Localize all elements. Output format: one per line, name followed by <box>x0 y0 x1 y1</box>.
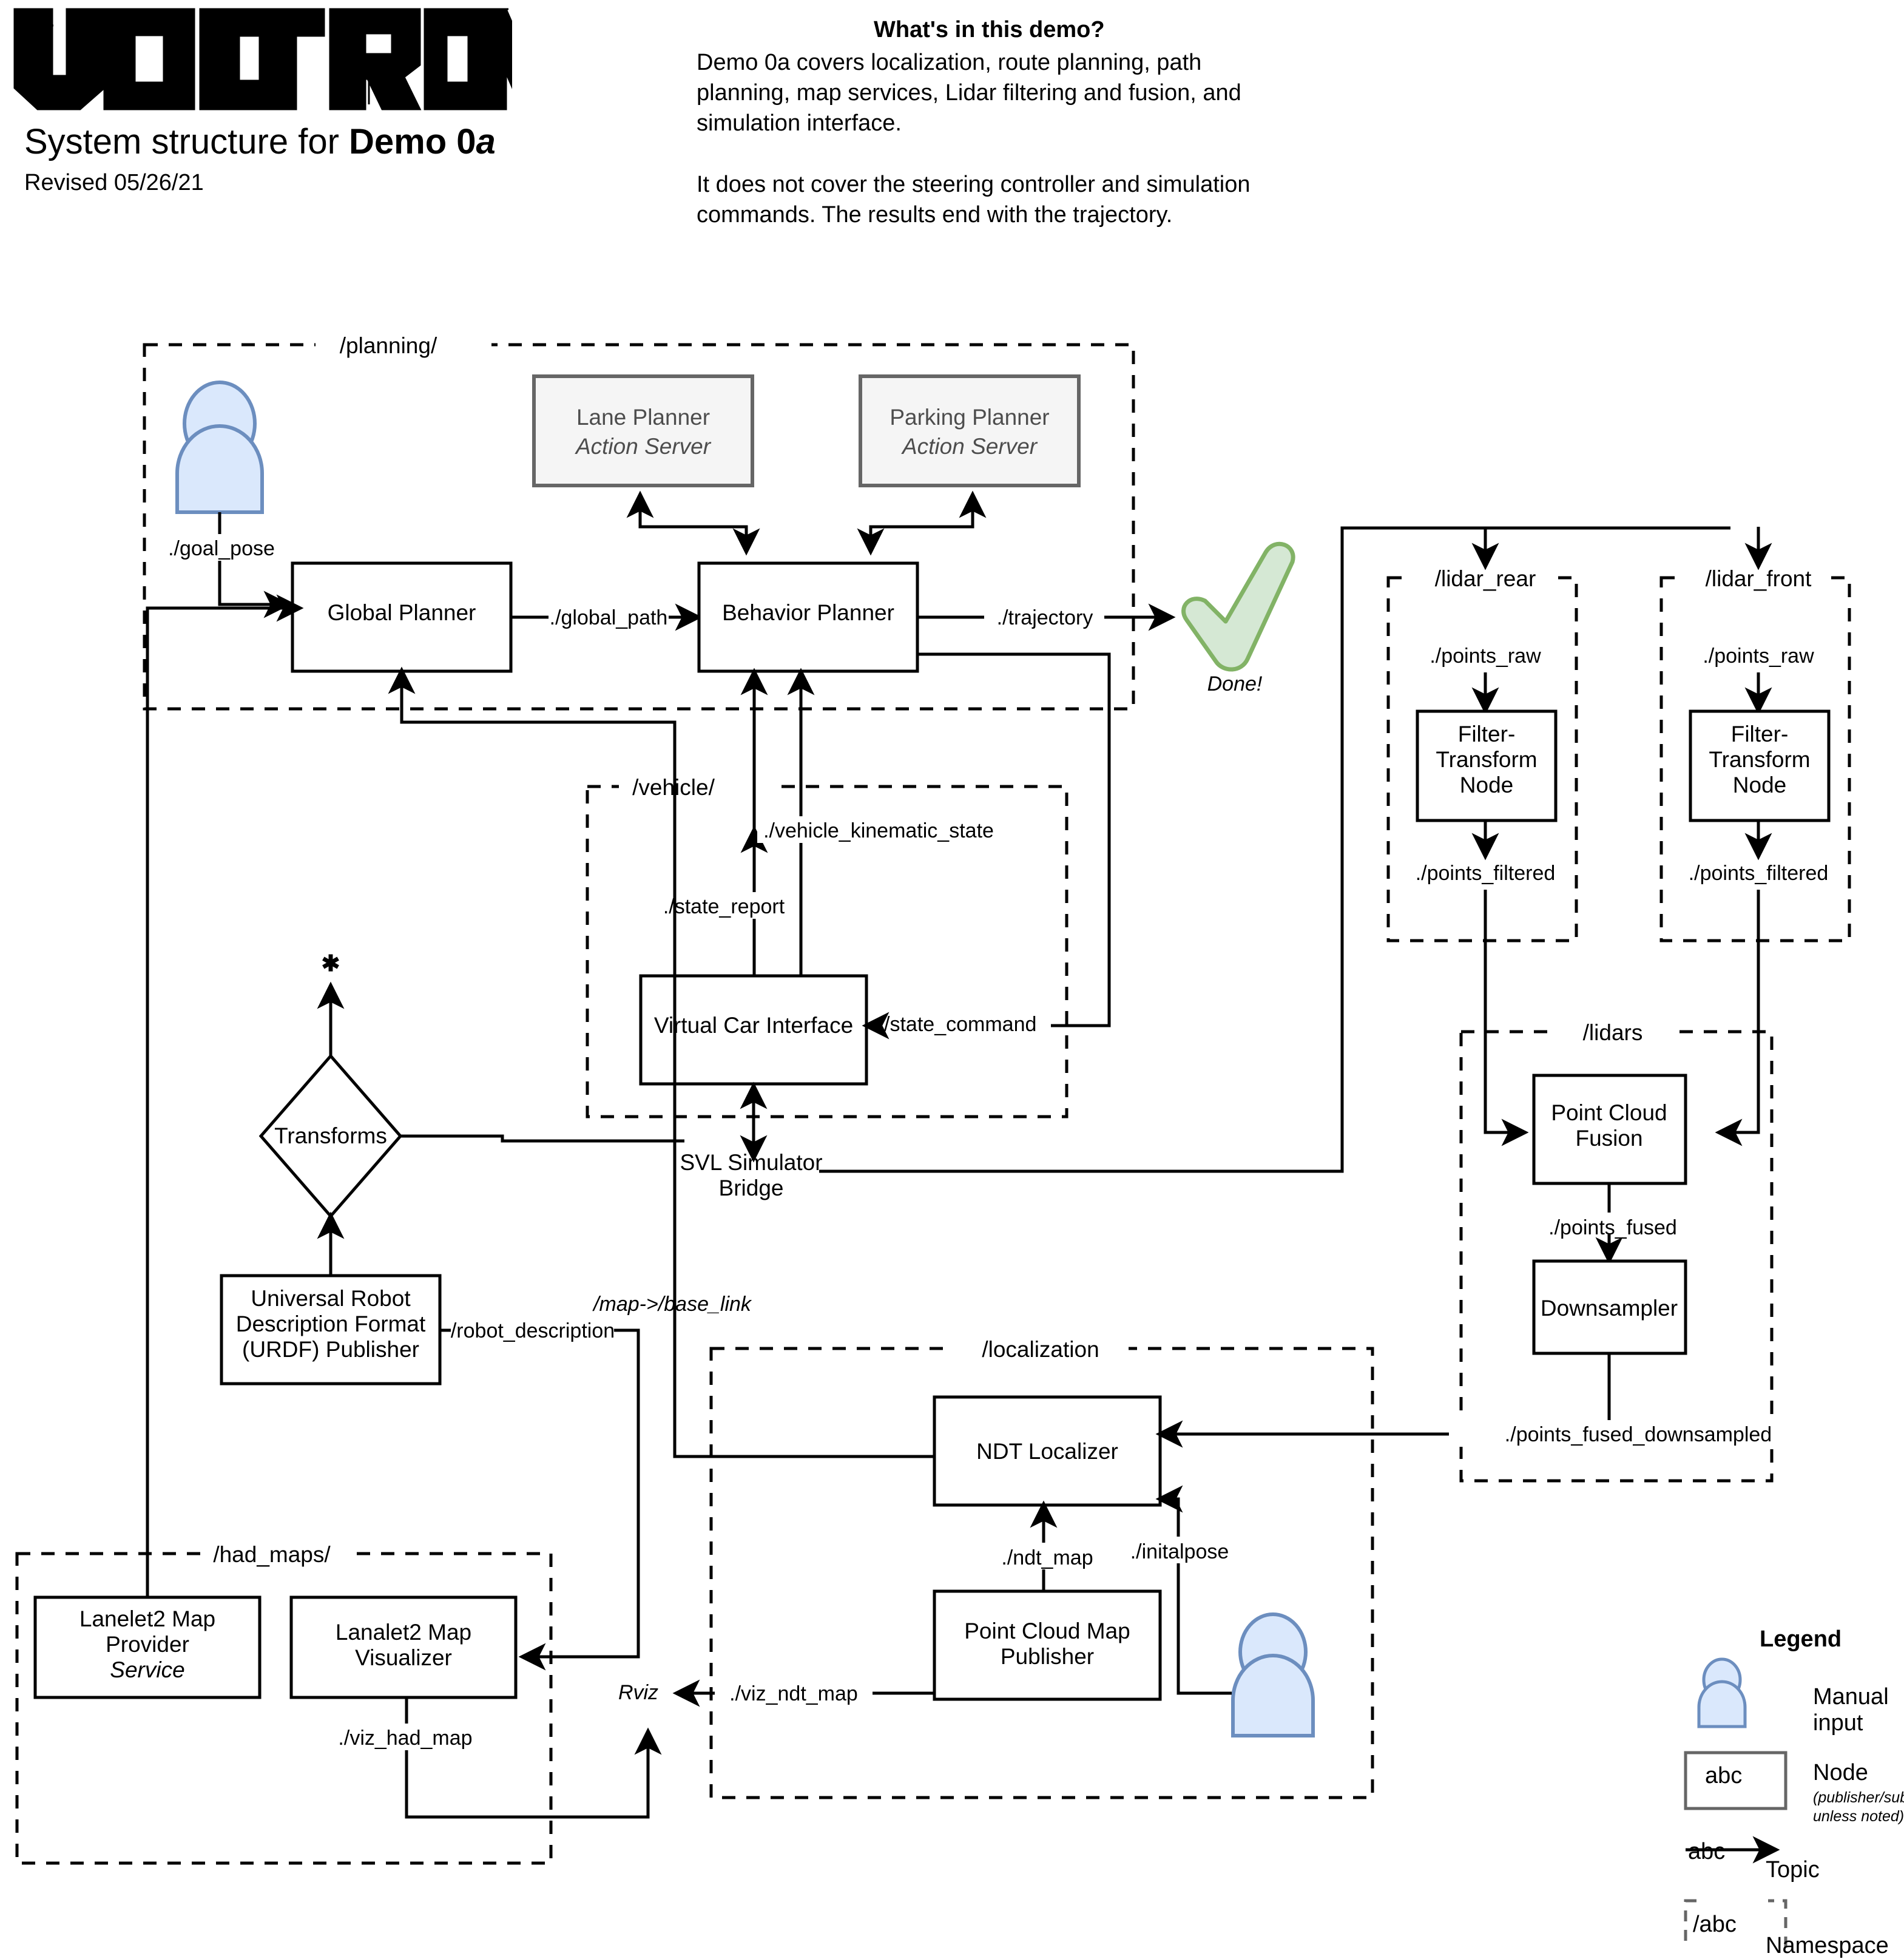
topic-goal-pose: ./goal_pose <box>168 537 275 560</box>
edge-goalpose-to-global-planner <box>218 561 291 618</box>
topic-points-fused: ./points_fused <box>1548 1216 1677 1239</box>
node-ndt-localizer-label: NDT Localizer <box>976 1439 1118 1464</box>
node-point-cloud-map-publisher-line1: Point Cloud Map <box>964 1619 1130 1643</box>
topic-vehicle-kinematic-state: ./vehicle_kinematic_state <box>763 819 994 842</box>
topic-ndt-map: ./ndt_map <box>1001 1546 1093 1569</box>
edge-robot-description-to-rviz <box>518 1328 640 1671</box>
legend <box>1684 1657 1788 1948</box>
node-downsampler-label: Downsampler <box>1541 1296 1678 1321</box>
topic-robot-description: /robot_description <box>451 1319 615 1342</box>
node-parking-planner-label: Parking Planner <box>890 405 1049 430</box>
legend-node-sample-text: abc <box>1705 1763 1743 1788</box>
done-checkmark-icon <box>1181 541 1295 672</box>
topic-state-report: ./state_report <box>663 895 785 918</box>
topic-points-filtered-rear: ./points_filtered <box>1416 862 1556 885</box>
edge-points-filtered-front-to-fusion <box>1715 890 1760 1146</box>
legend-node-sublabel: (publisher/subscriber unless noted) <box>1813 1789 1904 1825</box>
node-point-cloud-fusion-line2: Fusion <box>1575 1126 1642 1151</box>
node-lane-planner <box>532 374 754 487</box>
node-transforms: Transforms <box>258 1054 403 1219</box>
node-behavior-planner-label: Behavior Planner <box>722 600 894 625</box>
node-parking-planner-subtitle: Action Server <box>901 434 1038 459</box>
edge-lane-planner-to-behavior <box>640 525 760 556</box>
edge-map-provider-to-global-planner <box>146 594 304 1597</box>
topic-points-fused-downsampled: ./points_fused_downsampled <box>1505 1423 1772 1446</box>
edge-points-filtered-rear-to-fusion <box>1484 890 1529 1146</box>
node-urdf-publisher-line1: Universal Robot <box>251 1286 411 1311</box>
namespace-lidars-label: /lidars <box>1583 1020 1643 1045</box>
node-filter-transform-front-line2: Transform <box>1709 747 1810 772</box>
svl-bridge-label-line1: SVL Simulator <box>680 1150 822 1175</box>
node-filter-transform-rear-line1: Filter- <box>1458 722 1516 746</box>
namespace-lidar-rear-label: /lidar_rear <box>1435 566 1536 591</box>
topic-points-raw-front: ./points_raw <box>1703 645 1814 668</box>
topic-points-filtered-front: ./points_filtered <box>1689 862 1829 885</box>
namespace-lidar-front-label: /lidar_front <box>1706 566 1812 591</box>
namespace-planning-label: /planning/ <box>340 333 437 358</box>
legend-topic-sample-text: abc <box>1688 1839 1726 1864</box>
topic-state-command: ./state_command <box>879 1013 1037 1036</box>
legend-node-label: Node <box>1813 1760 1868 1785</box>
node-rviz-label: Rviz <box>618 1681 658 1704</box>
topic-initalpose: ./initalpose <box>1130 1540 1229 1563</box>
legend-manual-input-label: Manual input <box>1813 1684 1889 1736</box>
topic-global-path: ./global_path <box>550 606 668 629</box>
edge-behavior-to-lane-planner <box>626 490 748 552</box>
svl-bridge-label-line2: Bridge <box>719 1176 784 1200</box>
node-lanelet2-map-provider-line1: Lanelet2 Map <box>79 1606 215 1631</box>
topic-viz-ndt-map: ./viz_ndt_map <box>729 1682 858 1705</box>
node-filter-transform-rear-line3: Node <box>1460 773 1513 797</box>
legend-title: Legend <box>1760 1626 1842 1652</box>
node-filter-transform-front-line1: Filter- <box>1731 722 1789 746</box>
node-filter-transform-front-line3: Node <box>1733 773 1786 797</box>
node-lanelet2-map-provider-line2: Provider <box>106 1632 189 1657</box>
namespace-localization-label: /localization <box>982 1337 1099 1362</box>
node-urdf-publisher-line3: (URDF) Publisher <box>242 1337 419 1362</box>
node-point-cloud-fusion-line1: Point Cloud <box>1551 1100 1667 1125</box>
node-urdf-publisher-line2: Description Format <box>236 1311 426 1336</box>
namespace-had-maps-label: /had_maps/ <box>213 1542 331 1567</box>
topic-trajectory: ./trajectory <box>997 606 1093 629</box>
topic-points-raw-rear: ./points_raw <box>1430 645 1541 668</box>
node-transforms-label: Transforms <box>274 1123 387 1148</box>
topic-map-to-base-link: /map->/base_link <box>592 1293 752 1316</box>
edge-behavior-to-parking-planner <box>869 490 987 552</box>
node-parking-planner <box>859 374 1081 487</box>
node-filter-transform-rear-line2: Transform <box>1436 747 1537 772</box>
node-lane-planner-label: Lane Planner <box>576 405 710 430</box>
node-lane-planner-subtitle: Action Server <box>575 434 712 459</box>
manual-input-person-goal-pose <box>175 381 264 514</box>
legend-topic-label: Topic <box>1766 1857 1820 1883</box>
node-point-cloud-map-publisher-line2: Publisher <box>1001 1644 1094 1669</box>
node-lanelet2-map-provider-subtitle: Service <box>110 1657 184 1682</box>
asterisk-icon: ✱ <box>321 951 340 976</box>
edge-svl-bridge-to-transforms <box>359 1122 684 1150</box>
legend-namespace-label: Namespace <box>1766 1933 1889 1958</box>
edge-parking-planner-to-behavior <box>857 525 973 556</box>
topic-viz-had-map: ./viz_had_map <box>338 1727 472 1750</box>
node-virtual-car-interface-label: Virtual Car Interface <box>654 1013 853 1038</box>
legend-namespace-sample-text: /abc <box>1693 1912 1737 1937</box>
node-lanelet2-map-visualizer-line2: Visualizer <box>355 1645 452 1670</box>
node-global-planner-label: Global Planner <box>328 600 476 625</box>
edge-initalpose-to-ndt <box>1155 1485 1232 1695</box>
done-label: Done! <box>1207 672 1263 695</box>
node-lanelet2-map-visualizer-line1: Lanalet2 Map <box>336 1620 471 1645</box>
system-diagram: .bx{fill:#fff;stroke:#000;stroke-width:5… <box>15 333 1851 1948</box>
manual-input-person-initalpose <box>1231 1612 1315 1737</box>
